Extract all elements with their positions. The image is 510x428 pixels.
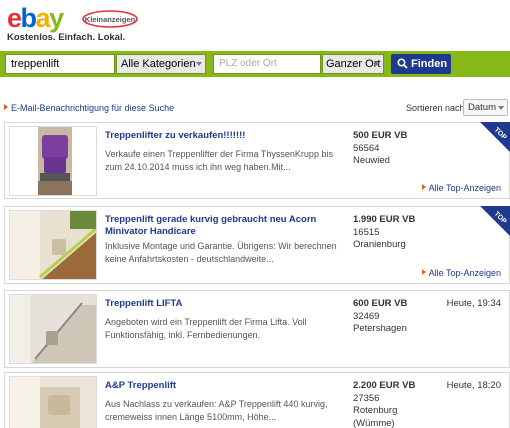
ad-price: 2.200 EUR VB [353, 380, 416, 391]
ad-zip: 32469 [353, 311, 380, 322]
all-top-ads-label: Alle Top-Anzeigen [428, 268, 501, 278]
ad-title[interactable]: Treppenlifter zu verkaufen!!!!!!! [105, 130, 340, 142]
ad-description: Angeboten wird ein Treppenlift der Firma… [105, 317, 307, 340]
sort-select-value: Datum [468, 102, 496, 113]
ad-time: Heute, 18:20 [446, 380, 501, 391]
all-top-ads-label: Alle Top-Anzeigen [428, 183, 501, 193]
search-submit-label: Finden [411, 58, 448, 70]
ebay-kleinanzeigen-logo[interactable]: ebay Kleinanzeigen [7, 3, 139, 33]
ad-zip: 56564 [353, 143, 380, 154]
email-alert-link[interactable]: E-Mail-Benachrichtigung für diese Suche [4, 103, 174, 113]
top-ad-badge: TOP [480, 122, 510, 152]
ad-list-item[interactable]: Treppenlift LIFTA Angeboten wird ein Tre… [4, 290, 510, 368]
slogan: Kostenlos. Einfach. Lokal. [7, 32, 126, 43]
ad-price: 600 EUR VB [353, 298, 408, 309]
arrow-right-icon [421, 269, 426, 275]
chevron-down-icon [374, 62, 380, 66]
top-ad-badge: TOP [480, 206, 510, 236]
arrow-right-icon [421, 184, 426, 190]
ad-city: Petershagen [353, 323, 407, 334]
ad-city: Neuwied [353, 155, 390, 166]
ad-price: 1.990 EUR VB [353, 214, 416, 225]
location-input[interactable]: PLZ oder Ort [213, 54, 321, 74]
ad-price: 500 EUR VB [353, 130, 408, 141]
category-select-value: Alle Kategorien [121, 58, 196, 70]
ad-list-item[interactable]: Treppenlift gerade kurvig gebraucht neu … [4, 206, 510, 284]
arrow-right-icon [4, 104, 8, 110]
logo-badge-text: Kleinanzeigen [85, 15, 136, 24]
chevron-down-icon [498, 106, 504, 110]
radius-select-value: Ganzer Ort [326, 58, 381, 70]
ad-list-item[interactable]: A&P Treppenlift Aus Nachlass zu verkaufe… [4, 372, 510, 428]
all-top-ads-link[interactable]: Alle Top-Anzeigen [421, 268, 501, 278]
all-top-ads-link[interactable]: Alle Top-Anzeigen [421, 183, 501, 193]
ad-zip: 27356 [353, 393, 380, 404]
radius-select[interactable]: Ganzer Ort [322, 54, 384, 74]
ad-city: Rotenburg (Wümme) [353, 405, 398, 428]
search-bar: treppenlift Alle Kategorien PLZ oder Ort… [0, 51, 510, 77]
search-input[interactable]: treppenlift [5, 54, 115, 74]
ad-thumbnail[interactable] [9, 210, 97, 280]
ad-thumbnail[interactable] [9, 126, 97, 196]
sort-label: Sortieren nach: [406, 103, 468, 113]
svg-text:ebay: ebay [7, 3, 64, 33]
ad-time: Heute, 19:34 [446, 298, 501, 309]
search-submit-button[interactable]: Finden [391, 54, 451, 74]
ad-city: Oranienburg [353, 239, 406, 250]
ad-description: Verkaufe einen Treppenlifter der Firma T… [105, 149, 333, 172]
ad-list-item[interactable]: Treppenlifter zu verkaufen!!!!!!! Verkau… [4, 122, 510, 199]
site-header: ebay Kleinanzeigen Kostenlos. Einfach. L… [0, 0, 510, 48]
ad-description: Aus Nachlass zu verkaufen: A&P Treppenli… [105, 399, 328, 422]
ad-title[interactable]: Treppenlift LIFTA [105, 298, 340, 310]
ad-title[interactable]: Treppenlift gerade kurvig gebraucht neu … [105, 214, 340, 238]
ad-description: Inklusive Montage und Garantie. Übrigens… [105, 241, 337, 264]
ad-zip: 16515 [353, 227, 380, 238]
chevron-down-icon [196, 62, 202, 66]
search-icon [397, 58, 408, 69]
sort-select[interactable]: Datum [463, 99, 508, 116]
ad-thumbnail[interactable] [9, 294, 97, 364]
ad-thumbnail[interactable] [9, 376, 97, 428]
email-alert-label: E-Mail-Benachrichtigung für diese Suche [11, 103, 175, 113]
ad-title[interactable]: A&P Treppenlift [105, 380, 340, 392]
category-select[interactable]: Alle Kategorien [116, 54, 206, 74]
